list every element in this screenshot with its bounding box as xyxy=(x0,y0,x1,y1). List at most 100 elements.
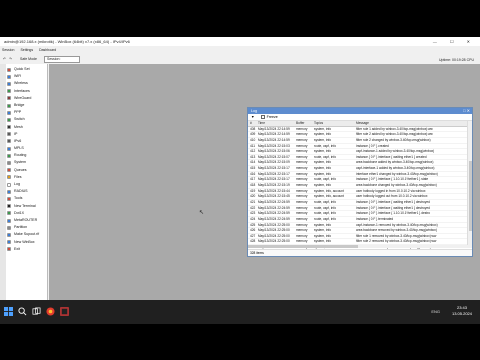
log-topics: system, info xyxy=(314,132,332,137)
log-buffer: memory xyxy=(296,137,308,142)
sidebar-item-label: Wireless xyxy=(14,81,28,86)
log-message: filter rule 2 added by winbox-3.40/tcp-m… xyxy=(356,132,433,137)
log-time: May/13/2024 22:15:07 xyxy=(258,154,290,159)
sidebar-item-quick-set[interactable]: Quick Set xyxy=(7,66,47,73)
log-num: 424 xyxy=(250,216,256,221)
col-num[interactable]: # xyxy=(248,121,258,126)
browser-icon[interactable] xyxy=(46,307,55,316)
sidebar-item-metarouter[interactable]: MetaROUTER xyxy=(7,217,47,224)
col-buffer[interactable]: Buffer xyxy=(296,121,314,126)
tools-icon xyxy=(7,196,11,201)
log-time: May/13/2024 22:25:00 xyxy=(258,222,290,227)
log-vertical-scrollbar[interactable] xyxy=(467,121,472,248)
sidebar-item-new-terminal[interactable]: New Terminal xyxy=(7,203,47,210)
clock-date: 13.05.2024 xyxy=(451,310,472,316)
log-message: filter rule 2 changed by winbox-3.40/tcp… xyxy=(356,137,431,142)
safe-mode-button[interactable]: Safe Mode xyxy=(20,55,37,63)
log-time: May/13/2024 22:15:44 xyxy=(258,188,290,193)
log-topics: system, info xyxy=(314,233,332,238)
filter-icon[interactable]: ▼ xyxy=(251,114,255,121)
mpls-icon xyxy=(7,146,11,151)
log-topics: system, info xyxy=(314,160,332,165)
log-window-titlebar[interactable]: Log □ ✕ xyxy=(248,108,472,114)
log-rows: 408 May/13/2024 22:14:59 memory system, inf… xyxy=(248,127,468,251)
taskbar-clock[interactable]: 23:43 13.05.2024 xyxy=(452,305,472,316)
log-message: interface ether1 changed by winbox-3.40/… xyxy=(356,171,438,176)
sidebar-item-label: Make Supout.rif xyxy=(14,232,40,237)
sidebar-item-switch[interactable]: Switch xyxy=(7,116,47,123)
log-topics: route, ospf, info xyxy=(314,216,336,221)
sidebar-item-mpls[interactable]: MPLS xyxy=(7,145,47,152)
sidebar-item-ppp[interactable]: PPP xyxy=(7,109,47,116)
routing-icon xyxy=(7,153,11,158)
sidebar-item-radius[interactable]: RADIUS xyxy=(7,188,47,195)
sidebar-item-exit[interactable]: Exit xyxy=(7,246,47,253)
ipv6-icon xyxy=(7,139,11,144)
sidebar-item-label: Routing xyxy=(14,153,27,158)
menu-settings[interactable]: Settings xyxy=(20,48,33,52)
sidebar-item-wireguard[interactable]: WireGuard xyxy=(7,95,47,102)
sidebar-item-wifi[interactable]: WiFi xyxy=(7,73,47,80)
redo-icon[interactable]: ↷ xyxy=(9,55,12,63)
log-time: May/13/2024 22:24:59 xyxy=(258,216,290,221)
sidebar-item-label: Quick Set xyxy=(14,67,30,71)
bridge-icon xyxy=(7,103,11,108)
sidebar-item-queues[interactable]: Queues xyxy=(7,167,47,174)
sidebar-item-wireless[interactable]: Wireless xyxy=(7,80,47,87)
freeze-checkbox[interactable] xyxy=(260,115,265,119)
log-buffer: memory xyxy=(296,222,308,227)
sidebar-item-files[interactable]: Files xyxy=(7,174,47,181)
sidebar-item-new-winbox[interactable]: New WinBox xyxy=(7,239,47,246)
log-topics: system, info xyxy=(314,166,332,171)
task-view-icon[interactable] xyxy=(32,307,41,316)
sidebar-item-log[interactable]: Log xyxy=(7,181,47,188)
ip-icon xyxy=(7,132,11,137)
sidebar-menu: Quick Set WiFi Wireless Interfaces WireGuard… xyxy=(7,66,47,253)
session-field[interactable]: Session: xyxy=(44,56,80,63)
log-topics: route, ospf, info xyxy=(314,177,336,182)
sidebar-item-system[interactable]: System xyxy=(7,159,47,166)
sidebar-item-label: Files xyxy=(14,174,22,179)
sidebar-item-mesh[interactable]: Mesh xyxy=(7,124,47,131)
window-controls[interactable]: — ☐ ✕ xyxy=(433,37,476,46)
log-time: May/13/2024 22:15:03 xyxy=(258,143,290,148)
col-time[interactable]: Time xyxy=(258,121,296,126)
sidebar-item-partition[interactable]: Partition xyxy=(7,224,47,231)
menu-session[interactable]: Session xyxy=(2,48,14,52)
col-topics[interactable]: Topics xyxy=(314,121,356,126)
windows-start-icon[interactable] xyxy=(4,307,13,316)
sidebar-item-dot1x[interactable]: Dot1X xyxy=(7,210,47,217)
sidebar-item-ipv6[interactable]: IPv6 xyxy=(7,138,47,145)
sidebar-item-interfaces[interactable]: Interfaces xyxy=(7,88,47,95)
log-time: May/13/2024 22:15:17 xyxy=(258,177,290,182)
partition-icon xyxy=(7,225,11,230)
sidebar-item-label: Tools xyxy=(14,196,23,201)
menu-dashboard[interactable]: Dashboard xyxy=(39,48,56,52)
scroll-thumb[interactable] xyxy=(248,245,358,248)
sidebar-item-tools[interactable]: Tools xyxy=(7,195,47,202)
search-icon[interactable] xyxy=(18,307,27,316)
log-window[interactable]: Log □ ✕ ▼ Freeze # Time Buffer Topics Me… xyxy=(247,107,473,257)
winbox-app-icon[interactable] xyxy=(60,307,69,316)
log-time: May/13/2024 22:15:06 xyxy=(258,149,290,154)
undo-icon[interactable]: ↶ xyxy=(3,55,6,63)
scroll-thumb[interactable] xyxy=(469,161,472,231)
log-table: # Time Buffer Topics Message 408 May/13/2… xyxy=(248,121,468,251)
log-buffer: memory xyxy=(296,194,308,199)
log-window-controls[interactable]: □ ✕ xyxy=(463,108,470,114)
metarouter-icon xyxy=(7,218,11,223)
sidebar-item-make-supout-rif[interactable]: Make Supout.rif xyxy=(7,231,47,238)
sidebar-item-routing[interactable]: Routing xyxy=(7,152,47,159)
col-message[interactable]: Message xyxy=(356,121,468,126)
sidebar-item-label: Mesh xyxy=(14,124,23,129)
sidebar-item-label: MPLS xyxy=(14,146,24,151)
log-horizontal-scrollbar[interactable] xyxy=(248,245,468,248)
log-topics: system, info xyxy=(314,239,332,244)
log-topics: route, ospf, info xyxy=(314,205,336,210)
log-topics: route, ospf, info xyxy=(314,154,336,159)
sidebar-item-bridge[interactable]: Bridge xyxy=(7,102,47,109)
window-title: admin@192.168.x (mikrotik) - WinBox (64b… xyxy=(4,39,130,44)
sidebar-item-ip[interactable]: IP xyxy=(7,131,47,138)
language-indicator[interactable]: ENG xyxy=(431,309,440,314)
log-num: 426 xyxy=(250,228,256,233)
